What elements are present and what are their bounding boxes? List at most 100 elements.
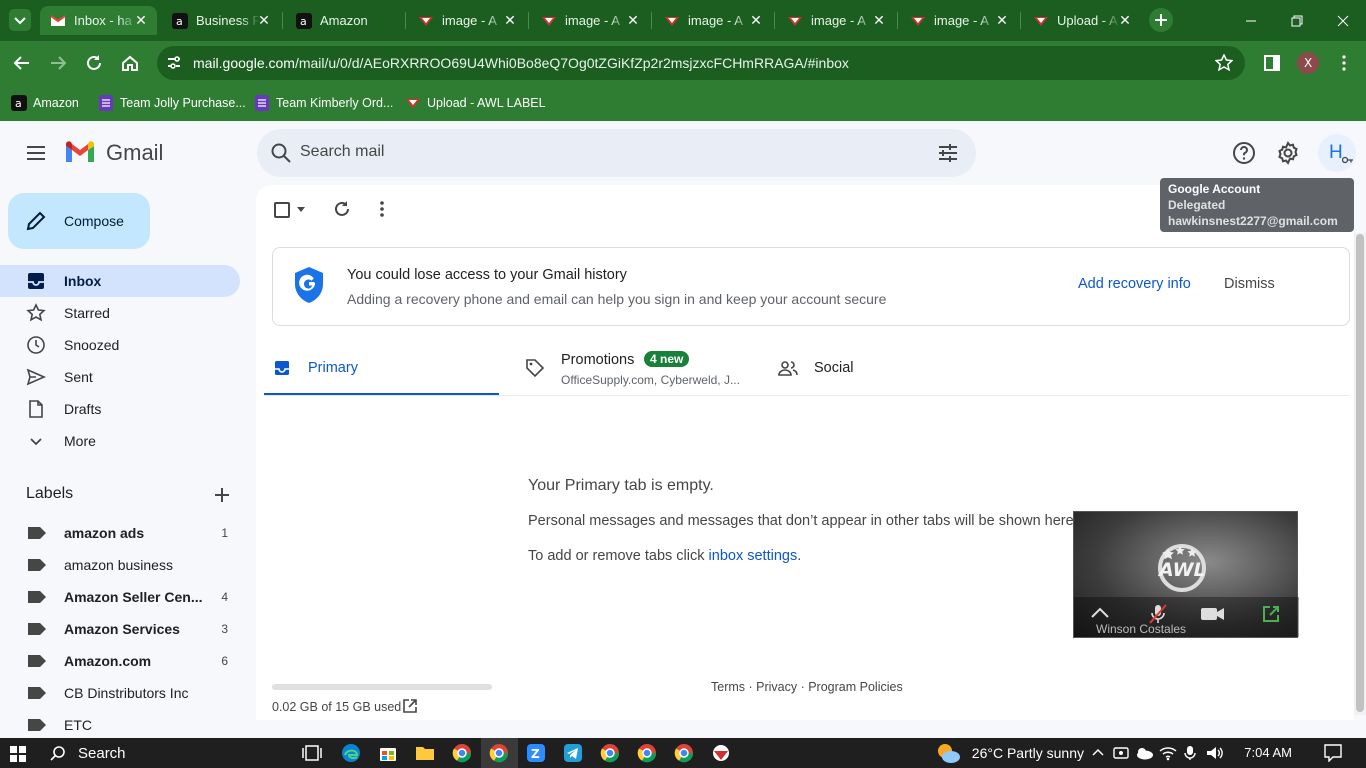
return-to-call-icon[interactable] bbox=[1262, 605, 1280, 623]
gmail-logo[interactable] bbox=[64, 140, 96, 164]
bookmark-upload-awl[interactable]: Upload - AWL LABEL bbox=[405, 92, 546, 114]
chevron-up-icon[interactable] bbox=[1090, 605, 1110, 619]
bookmark-team-jolly[interactable]: Team Jolly Purchase... bbox=[98, 92, 246, 114]
search-input[interactable]: Search mail bbox=[300, 143, 384, 161]
dismiss-button[interactable]: Dismiss bbox=[1224, 276, 1275, 292]
notifications-icon[interactable] bbox=[1324, 744, 1342, 762]
label-item[interactable]: amazon business bbox=[0, 549, 240, 581]
chrome-icon[interactable] bbox=[452, 743, 472, 763]
close-tab-icon[interactable]: ✕ bbox=[133, 12, 149, 28]
inbox-settings-link[interactable]: inbox settings bbox=[709, 548, 798, 564]
back-icon[interactable] bbox=[10, 51, 34, 75]
site-info-icon[interactable] bbox=[165, 54, 183, 72]
tab-image-2[interactable]: image - A ✕ bbox=[531, 6, 649, 35]
compose-button[interactable]: Compose bbox=[8, 193, 150, 249]
more-options-icon[interactable] bbox=[370, 197, 394, 221]
network-icon[interactable] bbox=[1159, 745, 1177, 761]
tab-social[interactable]: Social bbox=[762, 340, 1002, 396]
meet-now-icon[interactable] bbox=[1113, 745, 1129, 761]
onedrive-icon[interactable] bbox=[1135, 746, 1153, 760]
label-item[interactable]: CB Dinstributors Inc bbox=[0, 677, 240, 709]
close-tab-icon[interactable]: ✕ bbox=[502, 12, 518, 28]
chevron-up-icon[interactable] bbox=[1092, 747, 1104, 757]
chrome-icon[interactable] bbox=[674, 743, 694, 763]
sidebar-item-starred[interactable]: Starred bbox=[0, 297, 240, 329]
bookmark-star-icon[interactable] bbox=[1215, 54, 1233, 72]
refresh-icon[interactable] bbox=[330, 197, 354, 221]
side-panel-icon[interactable] bbox=[1260, 51, 1284, 75]
forward-icon[interactable] bbox=[46, 51, 70, 75]
edge-icon[interactable] bbox=[341, 743, 361, 763]
new-tab-icon[interactable] bbox=[1149, 8, 1173, 32]
tab-promotions[interactable]: Promotions 4 new OfficeSupply.com, Cyber… bbox=[499, 340, 762, 396]
tab-upload[interactable]: Upload - A ✕ bbox=[1023, 6, 1141, 35]
task-view-icon[interactable] bbox=[302, 743, 322, 763]
app-icon[interactable] bbox=[711, 743, 731, 763]
restore-icon[interactable] bbox=[1274, 0, 1320, 41]
microphone-icon[interactable] bbox=[1184, 745, 1196, 761]
file-explorer-icon[interactable] bbox=[415, 743, 435, 763]
reload-icon[interactable] bbox=[82, 51, 106, 75]
search-icon[interactable] bbox=[270, 142, 292, 164]
close-tab-icon[interactable]: ✕ bbox=[1117, 12, 1133, 28]
tab-primary[interactable]: Primary bbox=[264, 340, 499, 396]
chrome-icon[interactable] bbox=[637, 743, 657, 763]
label-item[interactable]: Amazon Services 3 bbox=[0, 613, 240, 645]
video-call-popup[interactable]: AWL Winson Costales bbox=[1073, 511, 1299, 638]
profile-avatar[interactable]: X bbox=[1296, 51, 1320, 75]
open-storage-icon[interactable] bbox=[403, 699, 417, 713]
chrome-menu-icon[interactable] bbox=[1332, 51, 1356, 75]
address-bar[interactable]: mail.google.com/mail/u/0/d/AEoRXRROO69U4… bbox=[157, 46, 1245, 80]
zoom-icon[interactable]: Z bbox=[526, 743, 546, 763]
tab-image-1[interactable]: image - A ✕ bbox=[408, 6, 526, 35]
bookmark-amazon[interactable]: a Amazon bbox=[11, 92, 79, 114]
close-tab-icon[interactable]: ✕ bbox=[625, 12, 641, 28]
search-options-icon[interactable] bbox=[937, 142, 959, 164]
help-icon[interactable] bbox=[1232, 141, 1256, 165]
home-icon[interactable] bbox=[118, 51, 142, 75]
camera-icon[interactable] bbox=[1200, 606, 1226, 622]
taskbar-search[interactable]: Search bbox=[40, 740, 295, 766]
volume-icon[interactable] bbox=[1206, 745, 1224, 761]
main-menu-icon[interactable] bbox=[24, 141, 48, 165]
chrome-icon[interactable] bbox=[489, 743, 509, 763]
close-tab-icon[interactable]: ✕ bbox=[748, 12, 764, 28]
sidebar-item-drafts[interactable]: Drafts bbox=[0, 393, 240, 425]
close-window-icon[interactable] bbox=[1320, 0, 1366, 41]
sidebar-item-more[interactable]: More bbox=[0, 425, 240, 457]
sidebar-item-inbox[interactable]: Inbox bbox=[0, 265, 240, 297]
search-bar[interactable]: Search mail bbox=[257, 129, 976, 177]
tab-image-5[interactable]: image - A ✕ bbox=[900, 6, 1018, 35]
close-tab-icon[interactable]: ✕ bbox=[994, 12, 1010, 28]
tab-inbox[interactable]: Inbox - ha ✕ bbox=[40, 6, 157, 35]
tab-image-4[interactable]: image - A ✕ bbox=[777, 6, 895, 35]
tab-image-3[interactable]: image - A ✕ bbox=[654, 6, 772, 35]
weather-icon[interactable] bbox=[935, 741, 961, 765]
select-all-checkbox[interactable] bbox=[272, 198, 296, 222]
add-recovery-info-button[interactable]: Add recovery info bbox=[1078, 276, 1191, 292]
scrollbar-thumb[interactable] bbox=[1356, 234, 1364, 712]
close-tab-icon[interactable]: ✕ bbox=[871, 12, 887, 28]
store-icon[interactable] bbox=[378, 743, 398, 763]
add-label-icon[interactable] bbox=[212, 485, 232, 505]
telegram-icon[interactable] bbox=[563, 743, 583, 763]
minimize-icon[interactable] bbox=[1228, 0, 1274, 41]
label-item[interactable]: Amazon.com 6 bbox=[0, 645, 240, 677]
clock-time[interactable]: 7:04 AM bbox=[1244, 745, 1292, 760]
settings-gear-icon[interactable] bbox=[1276, 141, 1300, 165]
chrome-icon[interactable] bbox=[600, 743, 620, 763]
label-item[interactable]: Amazon Seller Cen... 4 bbox=[0, 581, 240, 613]
label-item[interactable]: amazon ads 1 bbox=[0, 517, 240, 549]
account-avatar[interactable]: H bbox=[1318, 134, 1356, 172]
select-dropdown-icon[interactable] bbox=[296, 204, 306, 214]
footer-links[interactable]: Terms · Privacy · Program Policies bbox=[711, 680, 903, 694]
sidebar-item-snoozed[interactable]: Snoozed bbox=[0, 329, 240, 361]
tab-business[interactable]: a Business P ✕ bbox=[162, 6, 280, 35]
bookmark-team-kimberly[interactable]: Team Kimberly Ord... bbox=[254, 92, 393, 114]
tab-search-icon[interactable] bbox=[8, 8, 32, 32]
label-item[interactable]: ETC bbox=[0, 709, 240, 738]
windows-start-icon[interactable] bbox=[10, 746, 26, 762]
sidebar-item-sent[interactable]: Sent bbox=[0, 361, 240, 393]
close-tab-icon[interactable]: ✕ bbox=[256, 12, 272, 28]
tab-amazon[interactable]: a Amazon bbox=[286, 6, 404, 35]
